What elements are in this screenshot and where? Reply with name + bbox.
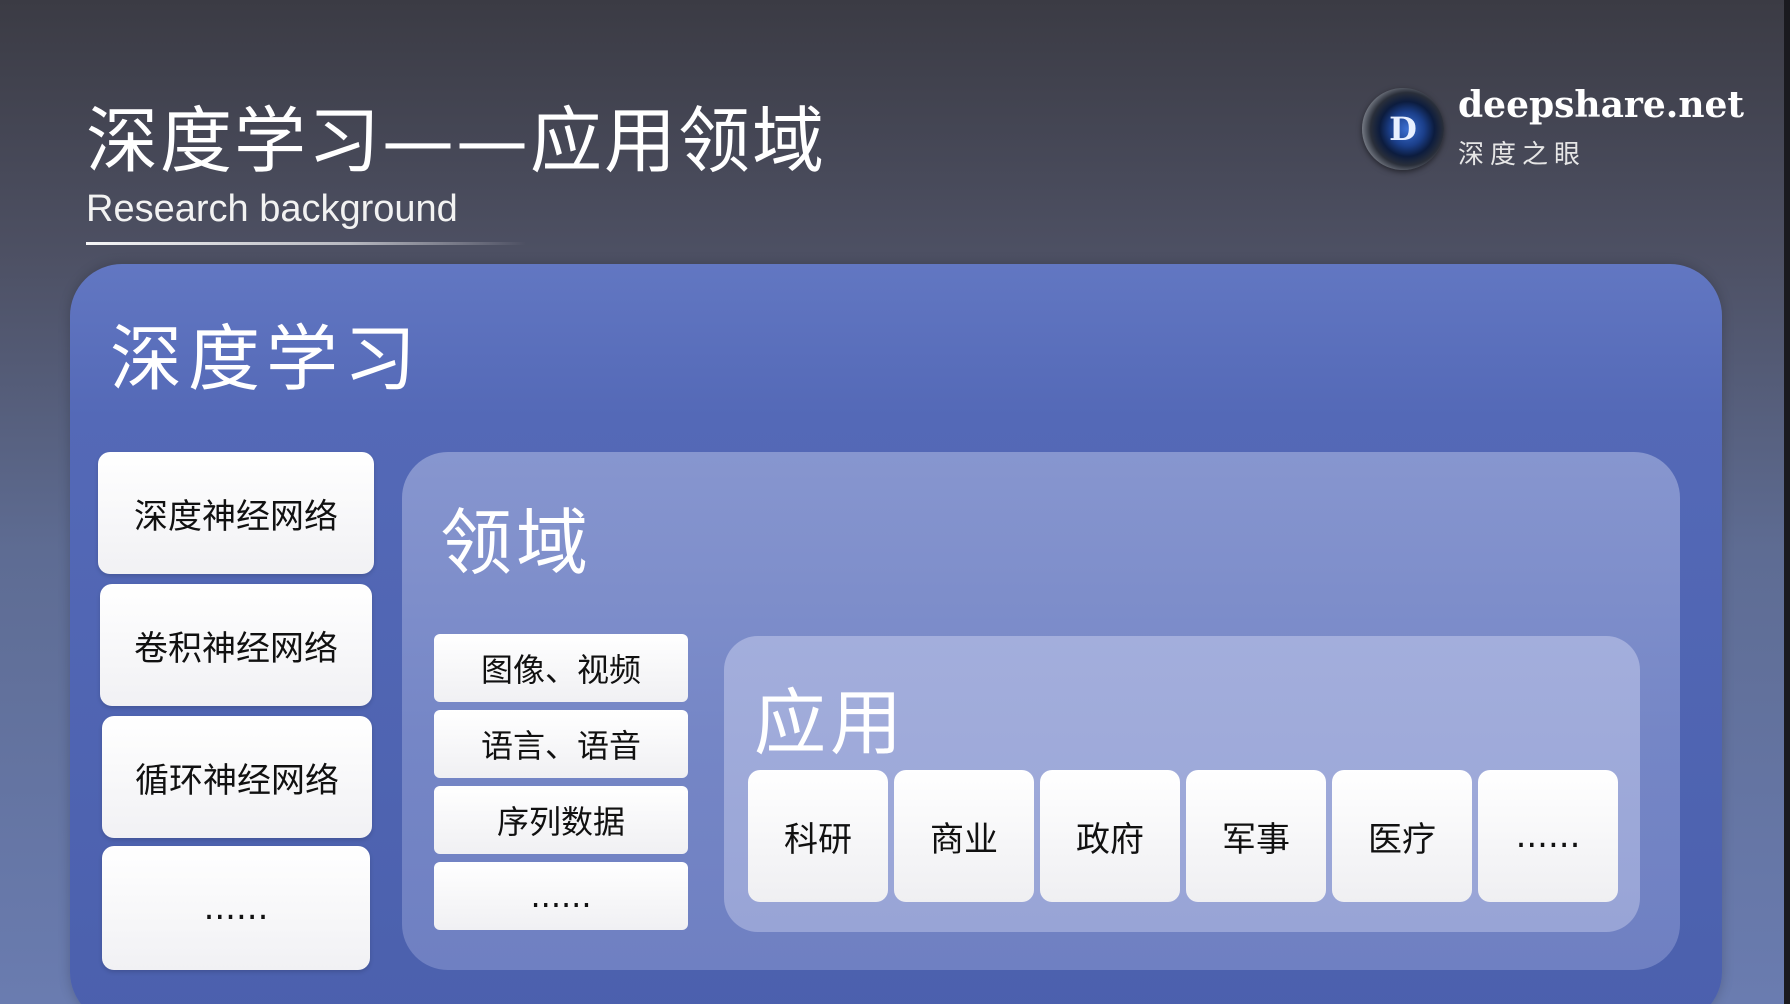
domain-card-image-video: 图像、视频 bbox=[434, 634, 688, 702]
application-card-more: ...... bbox=[1478, 770, 1618, 902]
title-underline bbox=[86, 242, 526, 245]
brand-name-cn: 深度之眼 bbox=[1458, 140, 1587, 170]
network-card-cnn: 卷积神经网络 bbox=[100, 584, 372, 706]
domain-title: 领域 bbox=[440, 501, 593, 585]
network-card-rnn: 循环神经网络 bbox=[102, 716, 372, 838]
application-card-government: 政府 bbox=[1040, 770, 1180, 902]
deepshare-eye-logo-icon: D bbox=[1362, 88, 1444, 170]
application-card-business: 商业 bbox=[894, 770, 1034, 902]
network-card-more: ...... bbox=[102, 846, 370, 970]
application-title: 应用 bbox=[754, 681, 907, 765]
domain-card-more: ...... bbox=[434, 862, 688, 930]
window-edge bbox=[1784, 0, 1790, 1004]
deep-learning-title: 深度学习 bbox=[110, 317, 423, 401]
application-card-medical: 医疗 bbox=[1332, 770, 1472, 902]
domain-card-language-speech: 语言、语音 bbox=[434, 710, 688, 778]
network-card-dnn: 深度神经网络 bbox=[98, 452, 374, 574]
brand-domain: deepshare.net bbox=[1458, 84, 1745, 126]
application-card-research: 科研 bbox=[748, 770, 888, 902]
page-subtitle: Research background bbox=[86, 188, 458, 230]
page-title: 深度学习——应用领域 bbox=[86, 99, 827, 183]
slide: 深度学习——应用领域 Research background D deepsha… bbox=[0, 0, 1790, 1004]
logo-letter: D bbox=[1389, 110, 1417, 148]
domain-card-sequence-data: 序列数据 bbox=[434, 786, 688, 854]
application-card-military: 军事 bbox=[1186, 770, 1326, 902]
